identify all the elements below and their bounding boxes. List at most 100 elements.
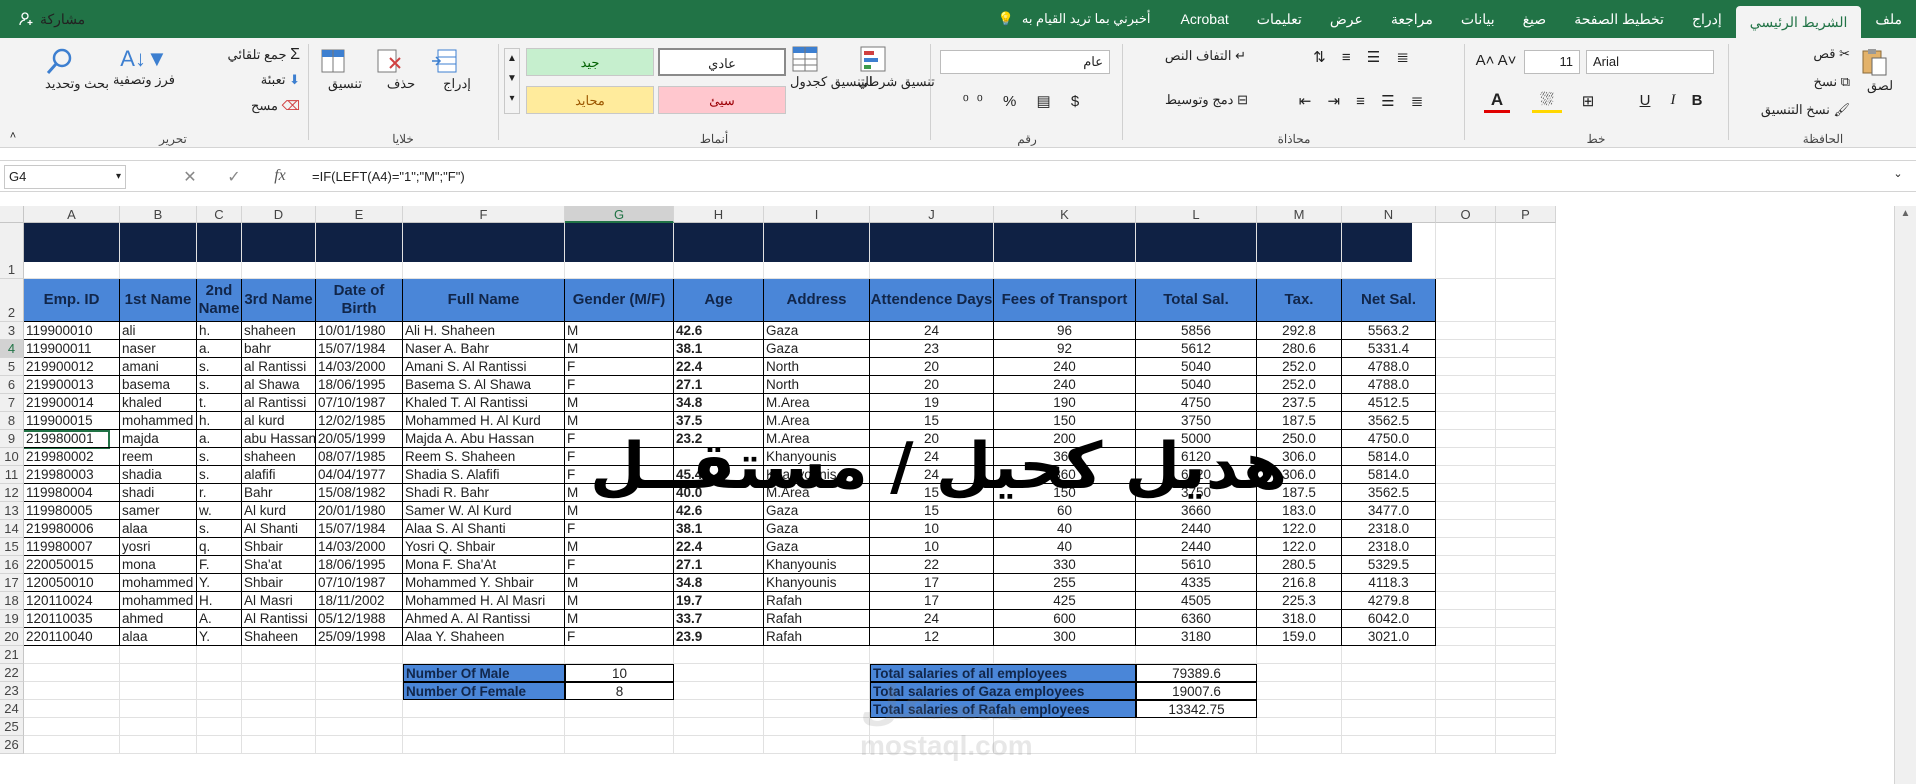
cell-M8[interactable]: 187.5 <box>1257 412 1342 430</box>
grid-cell[interactable] <box>1436 223 1496 279</box>
cell-A3[interactable]: 119900010 <box>24 322 120 340</box>
grid-cell[interactable] <box>1436 430 1496 448</box>
cell-L14[interactable]: 2440 <box>1136 520 1257 538</box>
grid-cell[interactable] <box>1436 322 1496 340</box>
row-header-9[interactable]: 9 <box>0 430 24 448</box>
number-format-icons[interactable]: ⁰⁰ % ▤ $ <box>940 92 1110 110</box>
cell-J15[interactable]: 10 <box>870 538 994 556</box>
row-header-23[interactable]: 23 <box>0 682 24 700</box>
cell-C11[interactable]: s. <box>197 466 242 484</box>
grid-cell[interactable] <box>565 700 674 718</box>
cell-M17[interactable]: 216.8 <box>1257 574 1342 592</box>
cell-D12[interactable]: Bahr <box>242 484 316 502</box>
cell-D17[interactable]: Shbair <box>242 574 316 592</box>
grid-cell[interactable] <box>197 223 242 279</box>
grid-cell[interactable] <box>1496 646 1556 664</box>
borders-icon[interactable]: ⊞ <box>1576 92 1600 110</box>
cell-N20[interactable]: 3021.0 <box>1342 628 1436 646</box>
row-header-16[interactable]: 16 <box>0 556 24 574</box>
font-size-select[interactable]: 11 <box>1524 50 1580 74</box>
column-header-I[interactable]: I <box>764 206 870 223</box>
cell-I3[interactable]: Gaza <box>764 322 870 340</box>
cell-G17[interactable]: M <box>565 574 674 592</box>
cell-F12[interactable]: Shadi R. Bahr <box>403 484 565 502</box>
cell-B10[interactable]: reem <box>120 448 197 466</box>
cell-B11[interactable]: shadia <box>120 466 197 484</box>
grid-cell[interactable] <box>674 736 764 754</box>
style-normal[interactable]: عادي <box>658 48 786 76</box>
cell-K3[interactable]: 96 <box>994 322 1136 340</box>
cell-G6[interactable]: F <box>565 376 674 394</box>
cell-H18[interactable]: 19.7 <box>674 592 764 610</box>
cell-A19[interactable]: 120110035 <box>24 610 120 628</box>
cell-D14[interactable]: Al Shanti <box>242 520 316 538</box>
grid-cell[interactable] <box>316 646 403 664</box>
grid-cell[interactable] <box>242 736 316 754</box>
row-header-26[interactable]: 26 <box>0 736 24 754</box>
italic-button[interactable]: I <box>1664 92 1682 109</box>
cell-J6[interactable]: 20 <box>870 376 994 394</box>
column-title-1[interactable]: 1st Name <box>120 279 197 322</box>
cell-B5[interactable]: amani <box>120 358 197 376</box>
grid-cell[interactable] <box>1436 646 1496 664</box>
cell-E18[interactable]: 18/11/2002 <box>316 592 403 610</box>
row-header-6[interactable]: 6 <box>0 376 24 394</box>
cell-E5[interactable]: 14/03/2000 <box>316 358 403 376</box>
grid-cell[interactable] <box>1257 664 1342 682</box>
cell-A14[interactable]: 219980006 <box>24 520 120 538</box>
cell-H19[interactable]: 33.7 <box>674 610 764 628</box>
format-cells-button[interactable]: تنسيق <box>318 46 372 92</box>
cell-L16[interactable]: 5610 <box>1136 556 1257 574</box>
cell-I14[interactable]: Gaza <box>764 520 870 538</box>
cell-K13[interactable]: 60 <box>994 502 1136 520</box>
cell-F14[interactable]: Alaa S. Al Shanti <box>403 520 565 538</box>
grid-cell[interactable] <box>764 223 870 279</box>
cell-N18[interactable]: 4279.8 <box>1342 592 1436 610</box>
cell-H20[interactable]: 23.9 <box>674 628 764 646</box>
grid-cell[interactable] <box>1436 376 1496 394</box>
cell-J14[interactable]: 10 <box>870 520 994 538</box>
cell-F13[interactable]: Samer W. Al Kurd <box>403 502 565 520</box>
cell-E3[interactable]: 10/01/1980 <box>316 322 403 340</box>
tab-9[interactable]: Acrobat <box>1167 0 1243 38</box>
grid-cell[interactable] <box>1496 502 1556 520</box>
cell-M20[interactable]: 159.0 <box>1257 628 1342 646</box>
column-header-F[interactable]: F <box>403 206 565 223</box>
grid-cell[interactable] <box>1496 718 1556 736</box>
column-header-D[interactable]: D <box>242 206 316 223</box>
cell-E19[interactable]: 05/12/1988 <box>316 610 403 628</box>
cell-B7[interactable]: khaled <box>120 394 197 412</box>
grid-cell[interactable] <box>316 664 403 682</box>
grid-cell[interactable] <box>197 664 242 682</box>
cell-A8[interactable]: 119900015 <box>24 412 120 430</box>
cell-E16[interactable]: 18/06/1995 <box>316 556 403 574</box>
cell-K20[interactable]: 300 <box>994 628 1136 646</box>
cell-K19[interactable]: 600 <box>994 610 1136 628</box>
grid-cell[interactable] <box>1496 466 1556 484</box>
cell-H4[interactable]: 38.1 <box>674 340 764 358</box>
grid-cell[interactable] <box>1436 682 1496 700</box>
cell-E15[interactable]: 14/03/2000 <box>316 538 403 556</box>
column-header-K[interactable]: K <box>994 206 1136 223</box>
grid-cell[interactable] <box>316 700 403 718</box>
cell-J3[interactable]: 24 <box>870 322 994 340</box>
grid-cell[interactable] <box>1436 718 1496 736</box>
grid-cell[interactable] <box>403 223 565 279</box>
cell-A9[interactable]: 219980001 <box>24 430 120 448</box>
cell-J8[interactable]: 15 <box>870 412 994 430</box>
cell-I20[interactable]: Rafah <box>764 628 870 646</box>
cell-J17[interactable]: 17 <box>870 574 994 592</box>
cell-D18[interactable]: Al Masri <box>242 592 316 610</box>
cell-M16[interactable]: 280.5 <box>1257 556 1342 574</box>
cell-D6[interactable]: al Shawa <box>242 376 316 394</box>
cell-H5[interactable]: 22.4 <box>674 358 764 376</box>
cell-H8[interactable]: 37.5 <box>674 412 764 430</box>
cell-G8[interactable]: M <box>565 412 674 430</box>
find-select-button[interactable]: بحث وتحديد <box>44 46 110 92</box>
cell-N8[interactable]: 3562.5 <box>1342 412 1436 430</box>
autosum-button[interactable]: جمع تلقائي Σ <box>180 46 300 64</box>
grid-cell[interactable] <box>403 700 565 718</box>
row-header-19[interactable]: 19 <box>0 610 24 628</box>
grid-cell[interactable] <box>764 736 870 754</box>
grid-cell[interactable] <box>316 223 403 279</box>
